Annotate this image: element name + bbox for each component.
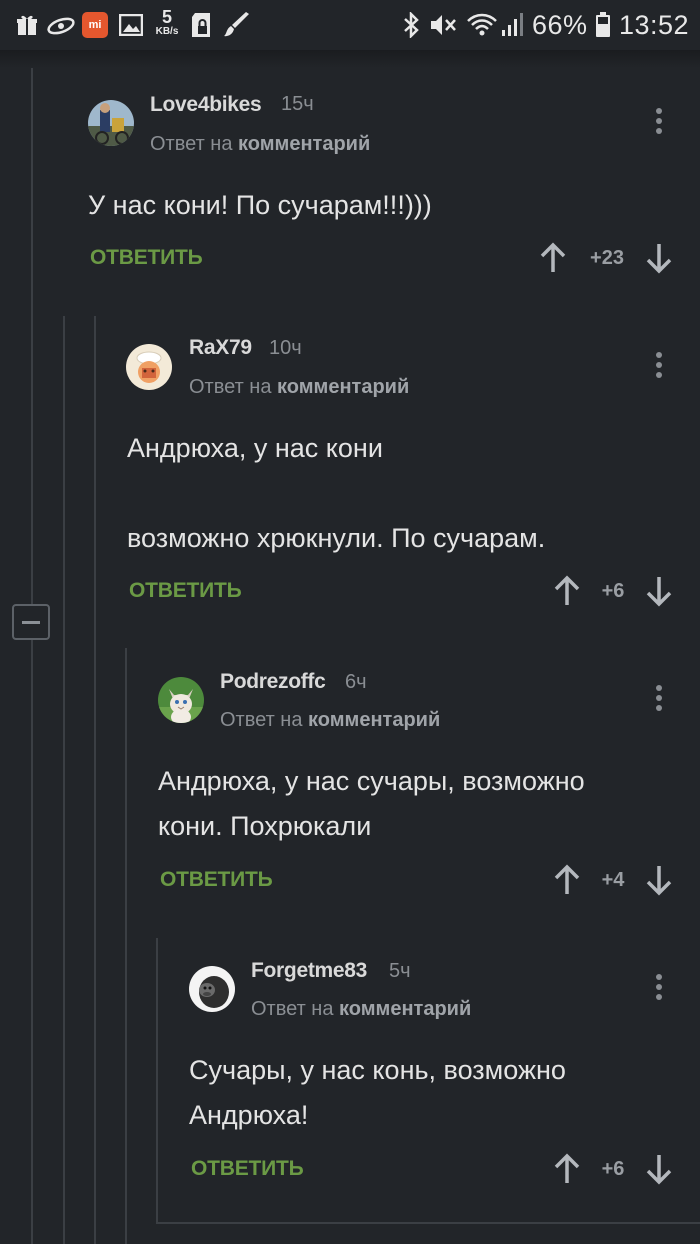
speed-unit: KB/s: [155, 26, 179, 37]
reply-target-link[interactable]: комментарий: [308, 709, 440, 731]
comment-time: 15ч: [281, 93, 314, 115]
thread-end-line: [156, 1222, 700, 1224]
cloud-icon: [46, 12, 76, 38]
reply-target-link[interactable]: комментарий: [339, 998, 471, 1020]
comment-score: +6: [601, 1158, 625, 1180]
comment-text: возможно хрюкнули. По сучарам.: [127, 523, 546, 553]
reply-prefix: Ответ на: [220, 709, 303, 731]
comment-time: 5ч: [389, 960, 411, 982]
upvote-arrow-icon[interactable]: [538, 242, 568, 274]
mi-icon: mi: [82, 12, 108, 38]
downvote-arrow-icon[interactable]: [644, 1153, 674, 1185]
gift-icon: [14, 12, 40, 38]
battery-icon: [594, 12, 612, 38]
downvote-arrow-icon[interactable]: [644, 864, 674, 896]
reply-button[interactable]: ОТВЕТИТЬ: [90, 246, 203, 270]
avatar[interactable]: [158, 677, 204, 723]
clock: 13:52: [619, 10, 690, 40]
reply-target-link[interactable]: комментарий: [238, 133, 370, 155]
collapse-thread-button[interactable]: [12, 604, 50, 640]
reply-to-info: Ответ на комментарий: [150, 133, 370, 156]
avatar[interactable]: [126, 344, 172, 390]
reply-target-link[interactable]: комментарий: [277, 376, 409, 398]
comment-text: Сучары, у нас конь, возможно: [189, 1055, 566, 1085]
reply-button[interactable]: ОТВЕТИТЬ: [191, 1157, 304, 1181]
image-icon: [118, 12, 144, 38]
network-speed: 5 KB/s: [152, 8, 182, 37]
more-options-icon[interactable]: [651, 350, 667, 380]
upvote-arrow-icon[interactable]: [552, 1153, 582, 1185]
bluetooth-icon: [400, 12, 422, 38]
comment-text: Андрюха, у нас кони: [127, 433, 383, 463]
comment-text: Андрюха, у нас сучары, возможно: [158, 766, 585, 796]
reply-button[interactable]: ОТВЕТИТЬ: [160, 868, 273, 892]
thread-rail: [63, 316, 65, 1244]
comment-text: У нас кони! По сучарам!!!))): [88, 190, 432, 220]
more-options-icon[interactable]: [651, 106, 667, 136]
reply-prefix: Ответ на: [251, 998, 334, 1020]
reply-prefix: Ответ на: [189, 376, 272, 398]
brush-icon: [222, 12, 252, 38]
downvote-arrow-icon[interactable]: [644, 242, 674, 274]
header-shadow: [0, 50, 700, 68]
thread-rail: [156, 938, 158, 1224]
speed-value: 5: [161, 7, 172, 27]
avatar[interactable]: [189, 966, 235, 1012]
reply-prefix: Ответ на: [150, 133, 233, 155]
comment-time: 10ч: [269, 337, 302, 359]
reply-to-info: Ответ на комментарий: [251, 998, 471, 1021]
more-options-icon[interactable]: [651, 683, 667, 713]
reply-to-info: Ответ на комментарий: [220, 709, 440, 732]
upvote-arrow-icon[interactable]: [552, 864, 582, 896]
comment-author[interactable]: Love4bikes: [150, 93, 262, 117]
more-options-icon[interactable]: [651, 972, 667, 1002]
downvote-arrow-icon[interactable]: [644, 575, 674, 607]
comment-author[interactable]: Podrezoffc: [220, 670, 326, 694]
comment-author[interactable]: RaX79: [189, 336, 252, 360]
thread-rail: [125, 648, 127, 1244]
comment-author[interactable]: Forgetme83: [251, 959, 367, 983]
reply-button[interactable]: ОТВЕТИТЬ: [129, 579, 242, 603]
battery-percent: 66%: [532, 10, 588, 40]
comment-score: +6: [601, 580, 625, 602]
reply-to-info: Ответ на комментарий: [189, 376, 409, 399]
avatar[interactable]: [88, 100, 134, 146]
status-bar: mi 5 KB/s 66% 13:52: [0, 0, 700, 50]
signal-icon: [500, 12, 524, 38]
thread-rail: [31, 68, 33, 1244]
comment-text: кони. Похрюкали: [158, 811, 372, 841]
comment-text: Андрюха!: [189, 1100, 309, 1130]
upvote-arrow-icon[interactable]: [552, 575, 582, 607]
comment-score: +4: [601, 869, 625, 891]
comment-score: +23: [590, 247, 624, 269]
thread-rail: [94, 316, 96, 1244]
sd-lock-icon: [188, 12, 214, 38]
mute-icon: [428, 12, 458, 38]
comment-time: 6ч: [345, 671, 367, 693]
wifi-icon: [466, 12, 498, 38]
